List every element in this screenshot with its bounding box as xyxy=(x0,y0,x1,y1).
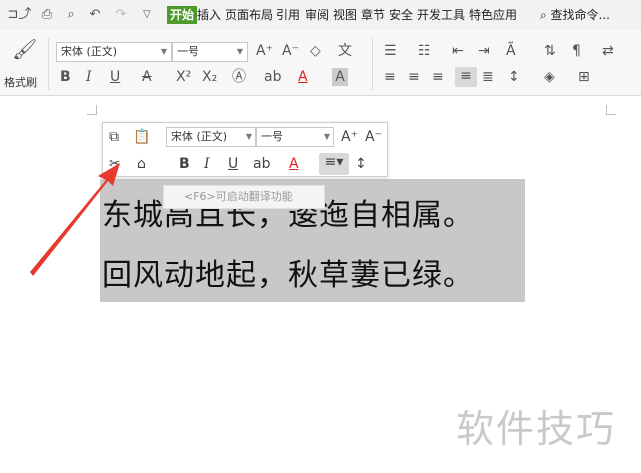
arrow-shape xyxy=(30,163,120,276)
watermark: 软件技巧 xyxy=(456,407,617,451)
